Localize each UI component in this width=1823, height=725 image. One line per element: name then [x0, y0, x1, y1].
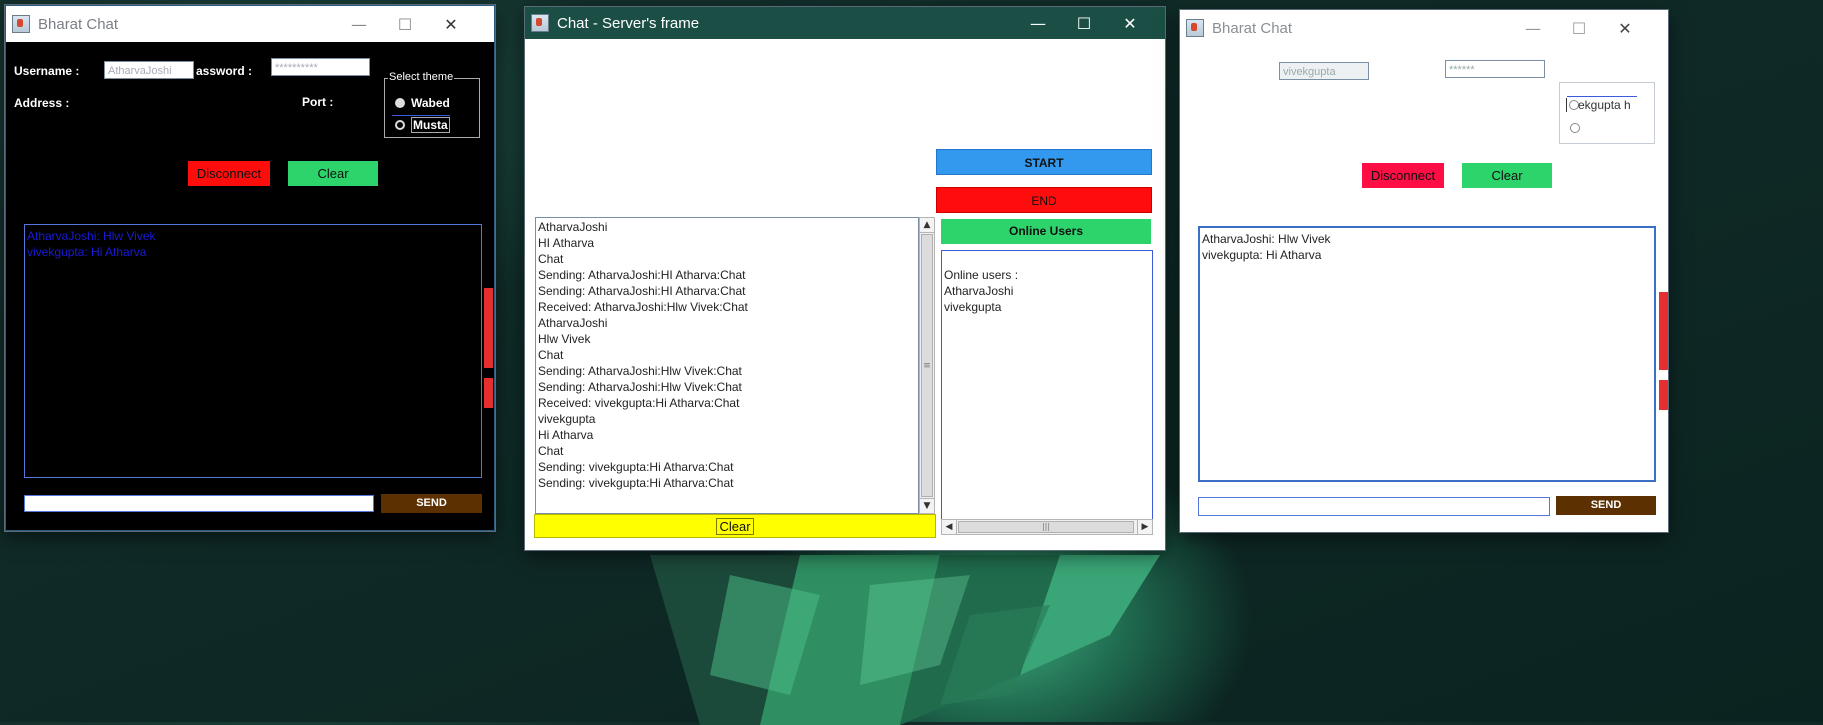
- scroll-down-icon[interactable]: ▼: [919, 498, 935, 514]
- wallpaper-crystal: [650, 555, 1160, 725]
- message-line: vivekgupta: Hi Atharva: [1202, 248, 1322, 262]
- server-window: Chat - Server's frame — ☐ ✕ START END On…: [525, 7, 1165, 550]
- log-line: Chat: [538, 444, 564, 458]
- log-line: HI Atharva: [538, 236, 595, 250]
- close-icon[interactable]: ✕: [1602, 10, 1648, 46]
- minimize-icon[interactable]: —: [1015, 7, 1061, 39]
- theme-option-1[interactable]: ekgupta h: [1566, 98, 1631, 112]
- theme-option-2[interactable]: [1570, 123, 1580, 133]
- log-line: AtharvaJoshi: [538, 220, 608, 234]
- disconnect-button[interactable]: Disconnect: [188, 161, 270, 186]
- online-user-item: AtharvaJoshi: [944, 284, 1014, 298]
- log-line: Received: vivekgupta:Hi Atharva:Chat: [538, 396, 740, 410]
- log-line: Chat: [538, 252, 564, 266]
- hidden-button-fragment: [1659, 380, 1668, 410]
- window-title: Bharat Chat: [1212, 19, 1293, 37]
- window-title: Chat - Server's frame: [557, 14, 700, 32]
- close-icon[interactable]: ✕: [428, 6, 474, 42]
- close-icon[interactable]: ✕: [1107, 7, 1153, 39]
- java-app-icon: [531, 14, 549, 32]
- send-button[interactable]: SEND: [381, 494, 482, 513]
- log-line: Sending: AtharvaJoshi:Hlw Vivek:Chat: [538, 380, 742, 394]
- online-users-list[interactable]: Online users : AtharvaJoshi vivekgupta: [941, 250, 1153, 526]
- theme-option-wabed[interactable]: Wabed: [395, 96, 450, 110]
- log-line: Sending: AtharvaJoshi:HI Atharva:Chat: [538, 284, 746, 298]
- message-input[interactable]: [24, 495, 374, 512]
- scroll-thumb[interactable]: |||: [958, 521, 1134, 533]
- log-line: Hlw Vivek: [538, 332, 591, 346]
- username-field[interactable]: vivekgupta: [1279, 62, 1369, 80]
- log-line: Sending: vivekgupta:Hi Atharva:Chat: [538, 476, 734, 490]
- online-users-header: Online users :: [944, 268, 1019, 282]
- message-line: AtharvaJoshi: Hlw Vivek: [1202, 232, 1331, 246]
- port-label: Port :: [302, 95, 334, 109]
- title-bar[interactable]: Bharat Chat — ☐ ✕: [6, 6, 494, 42]
- log-line: Received: AtharvaJoshi:Hlw Vivek:Chat: [538, 300, 748, 314]
- online-user-item: vivekgupta: [944, 300, 1002, 314]
- users-hscrollbar[interactable]: ◀ ||| ▶: [941, 519, 1153, 535]
- log-line: Hi Atharva: [538, 428, 594, 442]
- username-field[interactable]: AtharvaJoshi: [104, 61, 194, 79]
- java-app-icon: [1186, 19, 1204, 37]
- scroll-right-icon[interactable]: ▶: [1137, 519, 1153, 535]
- maximize-icon[interactable]: ☐: [1556, 10, 1602, 46]
- theme-option-musta[interactable]: Musta: [392, 115, 450, 133]
- title-bar[interactable]: Bharat Chat — ☐ ✕: [1180, 10, 1668, 46]
- log-line: AtharvaJoshi: [538, 316, 608, 330]
- online-users-button[interactable]: Online Users: [941, 219, 1151, 244]
- maximize-icon[interactable]: ☐: [382, 6, 428, 42]
- clear-log-button[interactable]: Clear: [534, 514, 936, 538]
- radio-selected-icon: [395, 120, 405, 130]
- message-input[interactable]: [1198, 497, 1550, 516]
- maximize-icon[interactable]: ☐: [1061, 7, 1107, 39]
- chat-messages[interactable]: AtharvaJoshi: Hlw Vivek vivekgupta: Hi A…: [24, 224, 482, 478]
- theme-group: Select theme Wabed Musta: [384, 71, 480, 138]
- end-button[interactable]: END: [936, 187, 1152, 213]
- message-line: vivekgupta: Hi Atharva: [27, 245, 147, 259]
- chat-messages[interactable]: AtharvaJoshi: Hlw Vivek vivekgupta: Hi A…: [1198, 226, 1656, 482]
- password-label: assword :: [196, 64, 253, 78]
- minimize-icon[interactable]: —: [1510, 10, 1556, 46]
- log-line: Sending: AtharvaJoshi:HI Atharva:Chat: [538, 268, 746, 282]
- password-field[interactable]: ******: [1445, 60, 1545, 78]
- minimize-icon[interactable]: —: [336, 6, 382, 42]
- log-line: vivekgupta: [538, 412, 596, 426]
- log-line: Sending: AtharvaJoshi:Hlw Vivek:Chat: [538, 364, 742, 378]
- window-title: Bharat Chat: [38, 15, 119, 33]
- clear-button[interactable]: Clear: [288, 161, 378, 186]
- client-window-light: Bharat Chat — ☐ ✕ vivekgupta ****** ekgu…: [1180, 10, 1668, 532]
- server-log[interactable]: AtharvaJoshi HI Atharva Chat Sending: Athar…: [535, 217, 919, 514]
- disconnect-button[interactable]: Disconnect: [1362, 163, 1444, 188]
- scroll-thumb[interactable]: ≡: [921, 234, 933, 497]
- username-label: Username :: [14, 64, 80, 78]
- title-bar[interactable]: Chat - Server's frame — ☐ ✕: [525, 7, 1165, 39]
- message-line: AtharvaJoshi: Hlw Vivek: [27, 229, 156, 243]
- address-label: Address :: [14, 96, 70, 110]
- password-field[interactable]: **********: [271, 58, 370, 76]
- client-window-dark: Bharat Chat — ☐ ✕ Username : AtharvaJosh…: [5, 5, 495, 531]
- log-line: Chat: [538, 348, 564, 362]
- start-button[interactable]: START: [936, 149, 1152, 175]
- hidden-button-fragment: [484, 378, 493, 408]
- theme-group: ekgupta h: [1559, 82, 1655, 144]
- java-app-icon: [12, 15, 30, 33]
- clear-button[interactable]: Clear: [1462, 163, 1552, 188]
- hidden-button-fragment: [1659, 292, 1668, 370]
- send-button[interactable]: SEND: [1556, 496, 1656, 515]
- log-line: Sending: vivekgupta:Hi Atharva:Chat: [538, 460, 734, 474]
- scroll-up-icon[interactable]: ▲: [919, 217, 935, 233]
- scroll-left-icon[interactable]: ◀: [941, 519, 957, 535]
- theme-group-label: Select theme: [388, 71, 455, 83]
- hidden-button-fragment: [484, 288, 493, 368]
- radio-icon: [395, 98, 405, 108]
- log-scrollbar[interactable]: ▲ ≡ ▼: [919, 217, 935, 514]
